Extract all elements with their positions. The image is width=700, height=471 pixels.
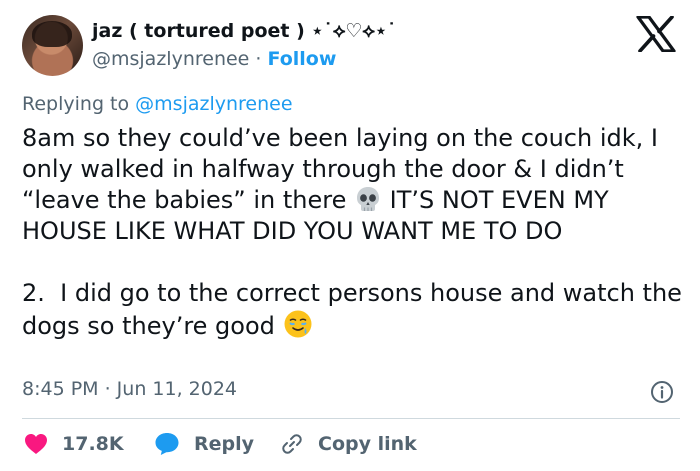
divider — [22, 418, 680, 419]
reply-button[interactable]: Reply — [154, 430, 254, 458]
replying-to: Replying to @msjazlynrenee — [22, 93, 293, 115]
handle[interactable]: @msjazlynrenee — [92, 48, 249, 70]
info-icon[interactable] — [650, 380, 674, 404]
separator: · — [249, 48, 268, 70]
follow-button[interactable]: Follow — [268, 48, 337, 70]
tweet-text: 8am so they could’ve been laying on the … — [22, 123, 692, 342]
link-icon — [282, 434, 302, 454]
tweet-timestamp[interactable]: 8:45 PM · Jun 11, 2024 — [22, 378, 237, 400]
reply-label: Reply — [194, 433, 255, 455]
reply-mention-link[interactable]: @msjazlynrenee — [135, 93, 292, 115]
display-name[interactable]: jaz ( tortured poet ) ⋆˙⟡♡⟡⋆˙ — [92, 20, 396, 42]
replying-prefix: Replying to — [22, 93, 136, 115]
reply-bubble-icon — [155, 433, 179, 455]
like-count: 17.8K — [62, 433, 124, 455]
copy-link-button[interactable]: Copy link — [280, 430, 417, 458]
heart-icon — [25, 434, 47, 454]
x-logo-icon[interactable] — [636, 16, 676, 52]
face-holding-back-tears-icon — [284, 310, 312, 338]
like-button[interactable]: 17.8K — [24, 430, 124, 458]
copy-link-label: Copy link — [318, 433, 417, 455]
handle-row: @msjazlynrenee · Follow — [92, 48, 336, 70]
skull-emoji-icon — [357, 187, 379, 211]
avatar[interactable] — [22, 15, 83, 76]
